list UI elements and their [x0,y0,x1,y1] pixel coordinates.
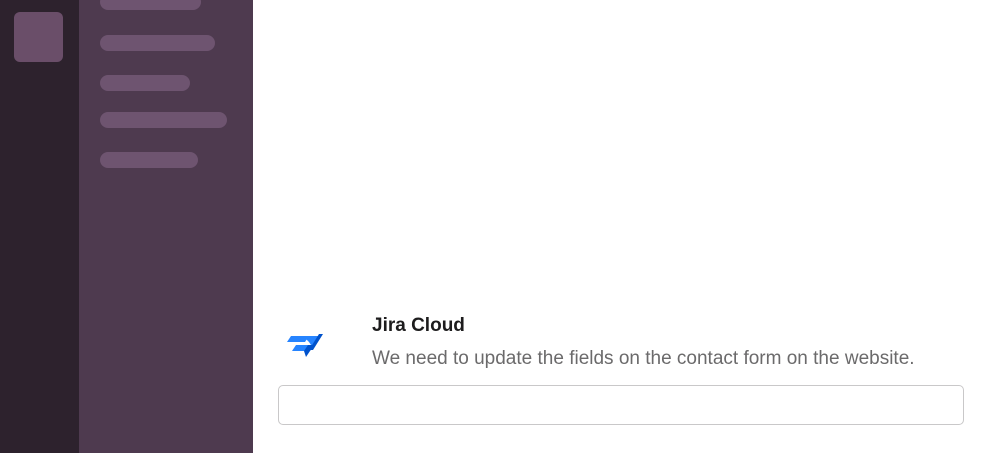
channel-sidebar [79,0,253,453]
workspace-rail [0,0,79,453]
message-pane: Jira Cloud We need to update the fields … [253,0,999,453]
sidebar-item[interactable] [100,152,198,168]
sidebar-item[interactable] [100,75,190,91]
message-input[interactable] [279,386,963,424]
jira-icon [287,334,323,357]
message-sender[interactable]: Jira Cloud [372,315,465,337]
message-composer[interactable] [278,385,964,425]
sidebar-item[interactable] [100,112,227,128]
sidebar-item[interactable] [100,35,215,51]
sidebar-item[interactable] [100,0,201,10]
message-text: We need to update the fields on the cont… [372,348,915,369]
workspace-switcher-button[interactable] [14,12,63,62]
